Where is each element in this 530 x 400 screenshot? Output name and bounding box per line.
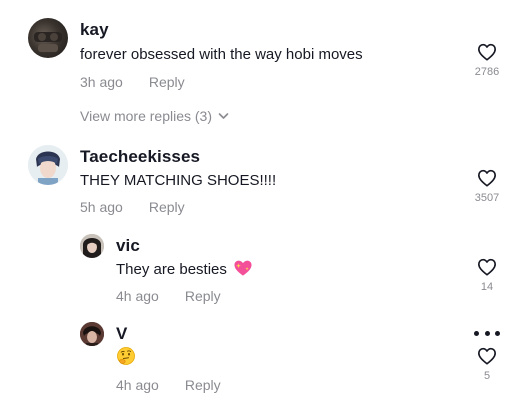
like-count: 2786 xyxy=(474,66,500,78)
dot xyxy=(484,330,490,336)
reply-text: They are besties xyxy=(116,261,227,278)
view-more-replies-button[interactable]: View more replies (3) xyxy=(80,108,229,124)
timestamp: 4h ago xyxy=(116,377,159,393)
dot xyxy=(474,330,479,336)
reply-button[interactable]: Reply xyxy=(149,74,185,90)
dot xyxy=(495,330,500,336)
reply-button[interactable]: Reply xyxy=(185,377,221,393)
reply-meta: 4h ago Reply xyxy=(116,288,221,304)
chevron-down-icon xyxy=(218,113,229,119)
reply-button[interactable]: Reply xyxy=(185,288,221,304)
timestamp: 3h ago xyxy=(80,74,123,90)
username[interactable]: V xyxy=(116,324,127,344)
timestamp: 4h ago xyxy=(116,288,159,304)
sparkling-heart-icon xyxy=(234,260,252,276)
like-button[interactable]: 3507 xyxy=(467,169,507,204)
comment-meta: 3h ago Reply xyxy=(80,74,185,90)
reply-text-line: They are besties xyxy=(116,260,253,278)
reply-text-line xyxy=(116,346,136,366)
heart-outline-icon xyxy=(478,169,496,187)
like-button[interactable]: 5 xyxy=(467,347,507,382)
view-more-label: View more replies (3) xyxy=(80,108,213,124)
comment-meta: 5h ago Reply xyxy=(80,199,185,215)
username[interactable]: kay xyxy=(80,20,109,40)
reply-meta: 4h ago Reply xyxy=(116,377,221,393)
more-options-icon[interactable] xyxy=(474,328,500,338)
like-count: 3507 xyxy=(474,192,500,204)
timestamp: 5h ago xyxy=(80,199,123,215)
avatar[interactable] xyxy=(80,322,104,346)
avatar[interactable] xyxy=(80,234,104,258)
reply-button[interactable]: Reply xyxy=(149,199,185,215)
heart-outline-icon xyxy=(478,347,496,365)
like-count: 5 xyxy=(483,370,491,382)
heart-outline-icon xyxy=(478,43,496,61)
thinking-face-icon xyxy=(117,347,135,365)
avatar[interactable] xyxy=(28,18,68,58)
like-button[interactable]: 2786 xyxy=(467,43,507,78)
heart-outline-icon xyxy=(478,258,496,276)
username[interactable]: Taecheekisses xyxy=(80,147,200,167)
like-count: 14 xyxy=(480,281,494,293)
username[interactable]: vic xyxy=(116,236,140,256)
like-button[interactable]: 14 xyxy=(467,258,507,293)
avatar[interactable] xyxy=(28,145,68,185)
comment-text: forever obsessed with the way hobi moves xyxy=(80,46,363,63)
comment-text: THEY MATCHING SHOES!!!! xyxy=(80,172,277,189)
